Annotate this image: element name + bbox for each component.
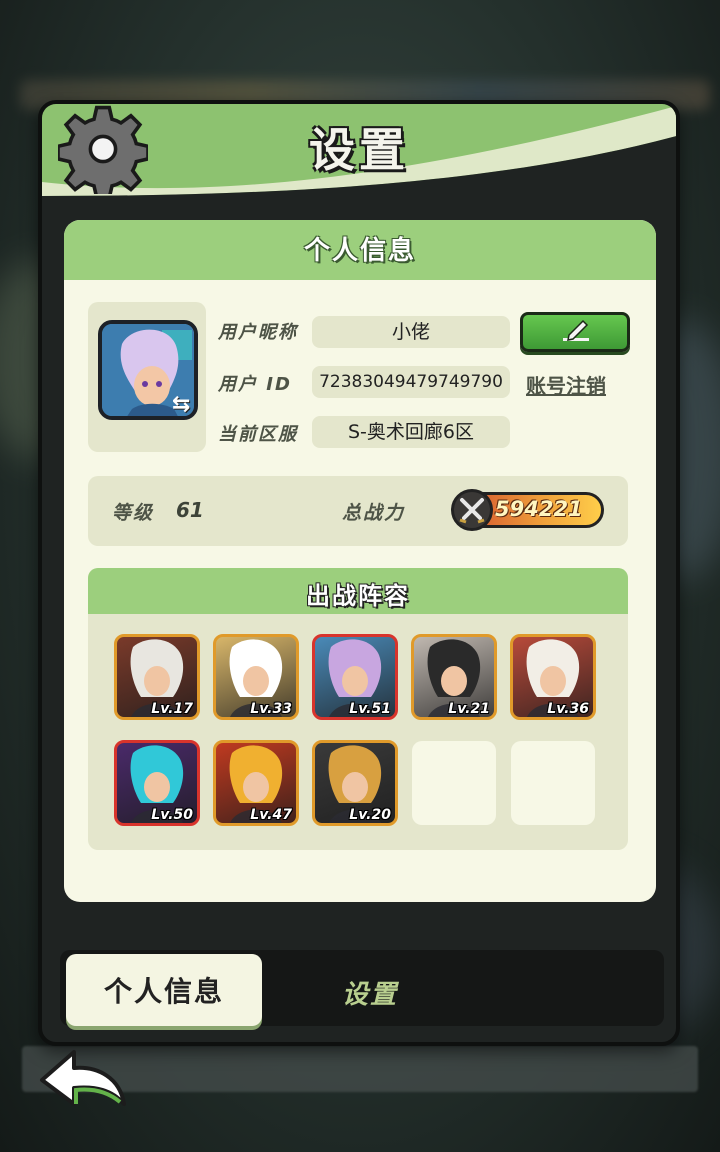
profile-card-header: 个人信息 bbox=[64, 220, 656, 280]
hero-level: Lv.33 bbox=[250, 701, 292, 717]
power-label: 总战力 bbox=[342, 502, 406, 524]
hero-level: Lv.17 bbox=[151, 701, 193, 717]
profile-card: 个人信息 ⇆ 用户昵称 小佬 用户 ID 72383049479749790 当… bbox=[64, 220, 656, 902]
hero-level: Lv.47 bbox=[250, 807, 292, 823]
hero-level: Lv.50 bbox=[151, 807, 193, 823]
nickname-label: 用户昵称 bbox=[218, 322, 298, 343]
avatar-frame: ⇆ bbox=[88, 302, 206, 452]
level-label: 等级 bbox=[112, 502, 155, 524]
lineup-title: 出战阵容 bbox=[306, 582, 410, 610]
edit-nickname-button[interactable] bbox=[520, 312, 630, 352]
swap-arrows-icon[interactable]: ⇆ bbox=[172, 392, 202, 417]
hero-card[interactable]: Lv.20 bbox=[312, 740, 398, 826]
hero-level: Lv.21 bbox=[448, 701, 490, 717]
tab-profile[interactable]: 个人信息 bbox=[66, 954, 262, 1026]
empty-hero-slot[interactable] bbox=[412, 741, 496, 825]
hero-card[interactable]: Lv.33 bbox=[213, 634, 299, 720]
pencil-icon bbox=[563, 319, 589, 341]
tab-profile-label: 个人信息 bbox=[103, 975, 224, 1008]
hero-card[interactable]: Lv.51 bbox=[312, 634, 398, 720]
profile-section-title: 个人信息 bbox=[303, 236, 416, 266]
crossed-swords-icon bbox=[451, 489, 493, 531]
server-label: 当前区服 bbox=[218, 424, 298, 445]
hero-card[interactable]: Lv.36 bbox=[510, 634, 596, 720]
hero-card[interactable]: Lv.50 bbox=[114, 740, 200, 826]
hero-level: Lv.36 bbox=[547, 701, 589, 717]
account-deregister-link[interactable]: 账号注销 bbox=[526, 370, 606, 399]
hero-card[interactable]: Lv.17 bbox=[114, 634, 200, 720]
server-value: S-奥术回廊6区 bbox=[312, 416, 510, 448]
lineup-header: 出战阵容 bbox=[88, 568, 628, 614]
nickname-value: 小佬 bbox=[312, 316, 510, 348]
power-value: 594221 bbox=[495, 497, 583, 521]
stats-row: 等级 61 总战力 594221 bbox=[88, 476, 628, 546]
empty-hero-slot[interactable] bbox=[511, 741, 595, 825]
user-id-value: 72383049479749790 bbox=[312, 366, 510, 398]
tab-settings[interactable]: 设置 bbox=[342, 974, 398, 1011]
hero-card[interactable]: Lv.47 bbox=[213, 740, 299, 826]
user-id-label: 用户 ID bbox=[218, 374, 292, 395]
hero-card[interactable]: Lv.21 bbox=[411, 634, 497, 720]
hero-level: Lv.51 bbox=[349, 701, 391, 717]
back-arrow-icon[interactable] bbox=[36, 1044, 130, 1112]
hero-level: Lv.20 bbox=[349, 807, 391, 823]
power-badge: 594221 bbox=[451, 489, 604, 531]
level-value: 61 bbox=[176, 498, 204, 522]
gear-icon bbox=[58, 105, 148, 194]
lineup-panel: 出战阵容 Lv.17 Lv.33 Lv.51 Lv.21 Lv.36 Lv.50… bbox=[88, 568, 628, 850]
settings-panel: 设置 个人信息 ⇆ 用户昵称 小佬 用户 ID 7238304947974979… bbox=[38, 100, 680, 1046]
